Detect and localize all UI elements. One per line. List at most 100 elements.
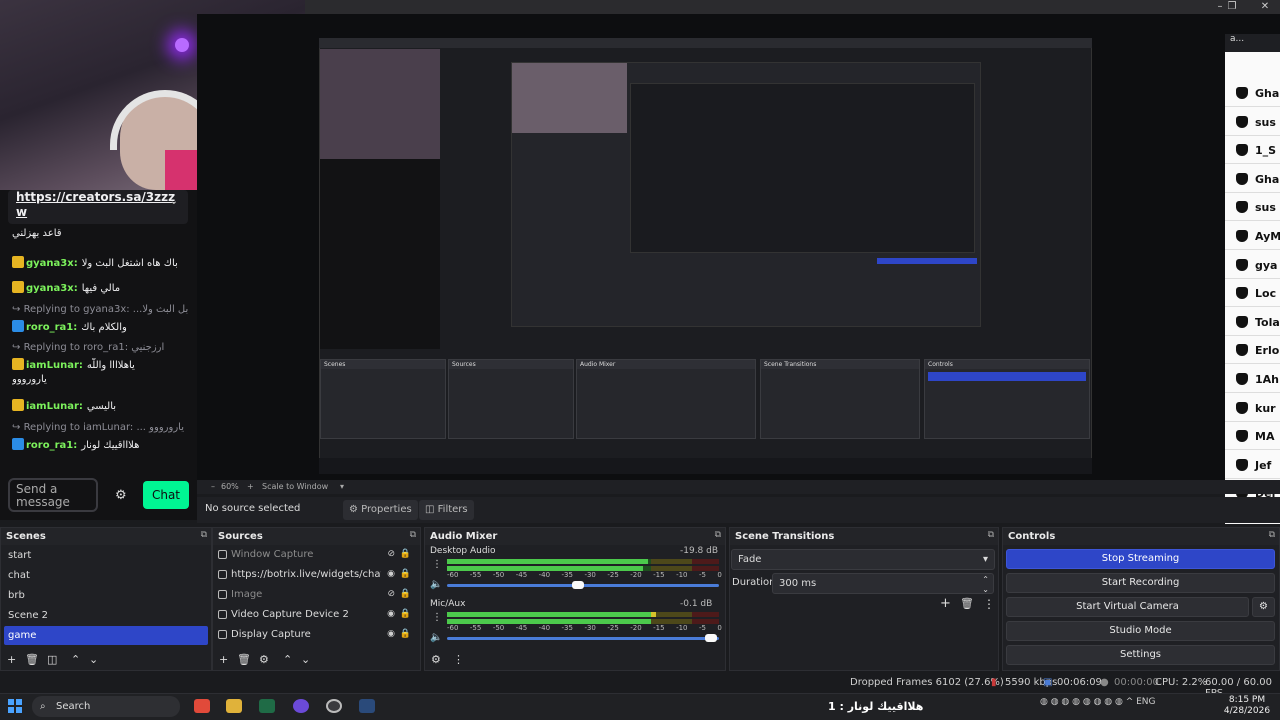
fader-knob[interactable] bbox=[704, 634, 717, 642]
add-icon[interactable]: + bbox=[7, 653, 16, 666]
heart-icon bbox=[1236, 87, 1248, 99]
more-icon[interactable]: ⋮ bbox=[983, 597, 995, 611]
chat-username[interactable]: gyana3x: bbox=[26, 283, 78, 294]
source-item[interactable]: Video Capture Device 2 ◉ 🔒 bbox=[215, 605, 417, 624]
source-item[interactable]: Display Capture ◉ 🔒 bbox=[215, 625, 417, 644]
transition-select[interactable]: Fade ▾ bbox=[731, 549, 995, 570]
system-tray[interactable]: ◍ ◍ ◍ ◍ ◍ ◍ ◍ ◍ ^ ENG bbox=[1040, 697, 1156, 707]
chat-send-button[interactable]: Chat bbox=[143, 481, 189, 509]
scene-item[interactable]: start bbox=[4, 546, 208, 565]
trash-icon[interactable]: 🗑 bbox=[237, 653, 251, 666]
scene-item[interactable]: brb bbox=[4, 586, 208, 605]
zoom-out-button[interactable]: – bbox=[211, 482, 215, 491]
reply-text: Replying to gyana3x: ...بل البث ولا bbox=[23, 304, 189, 315]
scene-item[interactable]: game bbox=[4, 626, 208, 645]
filters-button[interactable]: ◫ Filters bbox=[419, 500, 474, 520]
chat-username[interactable]: roro_ra1: bbox=[26, 322, 77, 333]
popout-icon[interactable]: ⧉ bbox=[988, 530, 994, 540]
chat-text: باليسي bbox=[86, 401, 117, 412]
chat-username[interactable]: gyana3x: bbox=[26, 258, 78, 269]
volume-fader[interactable] bbox=[447, 581, 719, 589]
discord-icon[interactable] bbox=[293, 699, 309, 713]
taskbar-search[interactable]: ⌕ Search bbox=[32, 696, 180, 717]
clock[interactable]: 8:15 PM 4/28/2026 bbox=[1222, 695, 1272, 717]
gear-icon[interactable]: ⚙ bbox=[115, 488, 127, 503]
channel-menu-icon[interactable]: ⋮ bbox=[432, 612, 442, 623]
meter-ticks: -60 -55 -50 -45 -40 -35 -30 -25 -20 -15 -10 -5 0 bbox=[447, 571, 722, 579]
cpu-usage: CPU: 2.2% bbox=[1155, 677, 1208, 688]
scene-item[interactable]: Scene 2 bbox=[4, 606, 208, 625]
source-name: Window Capture bbox=[231, 549, 314, 560]
stop-streaming-button[interactable]: Stop Streaming bbox=[1006, 549, 1275, 569]
more-icon[interactable]: ⋮ bbox=[453, 653, 464, 666]
zoom-in-button[interactable]: + bbox=[247, 482, 254, 491]
excel-icon[interactable] bbox=[259, 699, 275, 713]
properties-button[interactable]: ⚙ Properties bbox=[343, 500, 418, 520]
popout-icon[interactable]: ⧉ bbox=[410, 530, 416, 540]
source-item[interactable]: Window Capture ⊘ 🔒 bbox=[215, 545, 417, 564]
move-up-icon[interactable]: ⌃ bbox=[283, 653, 292, 666]
popout-icon[interactable]: ⧉ bbox=[715, 530, 721, 540]
scale-dropdown-icon[interactable]: ▾ bbox=[340, 482, 344, 491]
scene-item[interactable]: chat bbox=[4, 566, 208, 585]
lock-icon[interactable]: 🔒 bbox=[400, 625, 411, 644]
virtual-camera-settings-button[interactable]: ⚙ bbox=[1252, 597, 1275, 617]
source-item[interactable]: Image ⊘ 🔒 bbox=[215, 585, 417, 604]
volume-fader[interactable] bbox=[447, 634, 719, 642]
brave-icon[interactable] bbox=[194, 699, 210, 713]
start-recording-button[interactable]: Start Recording bbox=[1006, 573, 1275, 593]
language-indicator[interactable]: ENG bbox=[1136, 697, 1155, 707]
studio-mode-button[interactable]: Studio Mode bbox=[1006, 621, 1275, 641]
chat-username[interactable]: roro_ra1: bbox=[26, 440, 77, 451]
lock-icon[interactable]: 🔒 bbox=[400, 565, 411, 584]
steam-icon[interactable] bbox=[359, 699, 375, 713]
start-virtual-camera-button[interactable]: Start Virtual Camera bbox=[1006, 597, 1249, 617]
settings-button[interactable]: Settings bbox=[1006, 645, 1275, 665]
lock-icon[interactable]: 🔒 bbox=[400, 585, 411, 604]
pinned-link[interactable]: https://creators.sa/3zzz w ⌄ bbox=[8, 190, 188, 224]
nested-chat bbox=[320, 159, 440, 349]
add-icon[interactable]: + bbox=[940, 596, 951, 611]
gear-icon[interactable]: ⚙ bbox=[259, 653, 269, 666]
maximize-button[interactable]: ❐ bbox=[1217, 0, 1247, 14]
popout-icon[interactable]: ⧉ bbox=[1269, 530, 1275, 540]
heart-icon bbox=[1236, 315, 1248, 328]
filter-icon[interactable]: ◫ bbox=[47, 653, 57, 666]
source-item[interactable]: https://botrix.live/widgets/chat/?bid= ◉ 🔒 bbox=[215, 565, 417, 584]
tick-label: -55 bbox=[469, 624, 482, 632]
nested-titlebar bbox=[319, 38, 1092, 48]
speaker-icon[interactable]: 🔈 bbox=[430, 632, 442, 643]
scale-mode[interactable]: Scale to Window bbox=[262, 482, 328, 491]
eye-hidden-icon[interactable]: ⊘ bbox=[387, 585, 395, 604]
windows-start-icon[interactable] bbox=[8, 699, 22, 713]
move-down-icon[interactable]: ⌄ bbox=[89, 653, 98, 666]
duration-input[interactable]: 300 ms ⌃ ⌄ bbox=[772, 573, 994, 594]
eye-icon[interactable]: ◉ bbox=[387, 625, 395, 644]
gear-icon[interactable]: ⚙ bbox=[431, 653, 441, 666]
chat-overlay-name: 1Ah bbox=[1255, 373, 1279, 386]
chat-input[interactable]: Send a message bbox=[8, 478, 98, 512]
eye-hidden-icon[interactable]: ⊘ bbox=[387, 545, 395, 564]
trash-icon[interactable]: 🗑 bbox=[960, 597, 974, 610]
lock-icon[interactable]: 🔒 bbox=[400, 605, 411, 624]
obs-icon[interactable] bbox=[326, 699, 342, 713]
popout-icon[interactable]: ⧉ bbox=[201, 530, 207, 540]
move-up-icon[interactable]: ⌃ bbox=[71, 653, 80, 666]
file-explorer-icon[interactable] bbox=[226, 699, 242, 713]
trash-icon[interactable]: 🗑 bbox=[25, 653, 39, 666]
eye-icon[interactable]: ◉ bbox=[387, 605, 395, 624]
channel-menu-icon[interactable]: ⋮ bbox=[432, 559, 442, 570]
chevron-down-icon[interactable]: ⌄ bbox=[170, 194, 178, 209]
close-button[interactable]: ✕ bbox=[1250, 0, 1280, 14]
speaker-icon[interactable]: 🔈 bbox=[430, 579, 442, 590]
eye-icon[interactable]: ◉ bbox=[387, 565, 395, 584]
channel-name: Desktop Audio bbox=[430, 546, 496, 556]
tick-label: -45 bbox=[515, 624, 528, 632]
fader-knob[interactable] bbox=[571, 581, 584, 589]
chat-username[interactable]: iamLunar: bbox=[26, 360, 83, 371]
chat-username[interactable]: iamLunar: bbox=[26, 401, 83, 412]
source-type-icon bbox=[218, 610, 227, 619]
add-icon[interactable]: + bbox=[219, 653, 228, 666]
move-down-icon[interactable]: ⌄ bbox=[301, 653, 310, 666]
lock-icon[interactable]: 🔒 bbox=[400, 545, 411, 564]
